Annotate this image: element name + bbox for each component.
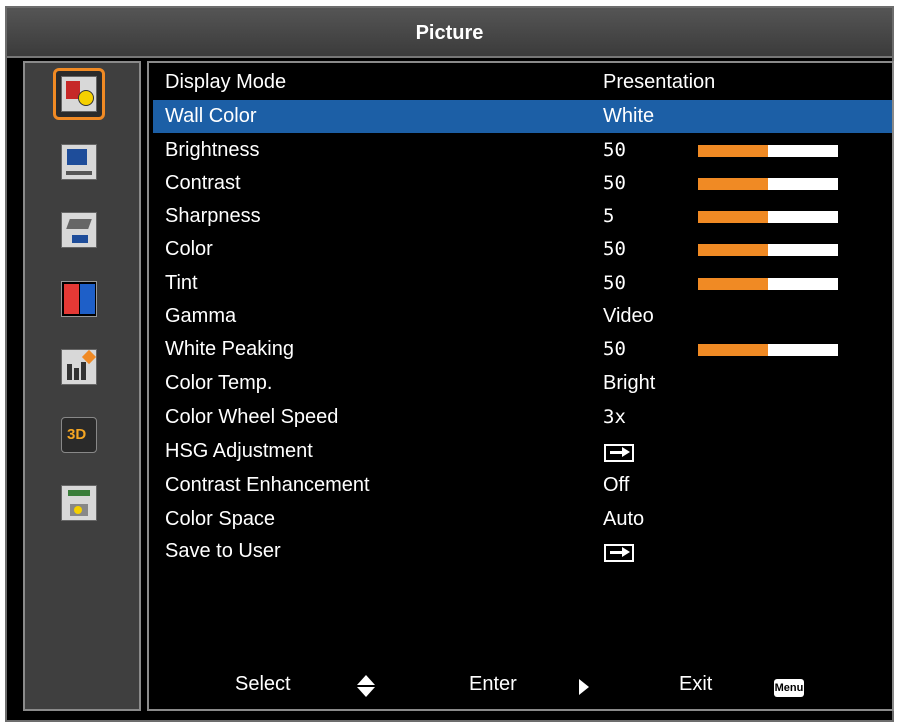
information-icon	[61, 349, 97, 385]
menu-row-white-peaking[interactable]: White Peaking 50	[153, 333, 892, 366]
slider-fill	[698, 145, 768, 157]
row-label: Display Mode	[165, 71, 287, 93]
row-value: White	[603, 105, 655, 127]
row-label: HSG Adjustment	[165, 440, 313, 462]
select-hint: Select	[235, 673, 291, 695]
row-label: Save to User	[165, 540, 281, 562]
exit-hint: Exit	[679, 673, 713, 695]
row-value: 3x	[603, 406, 626, 428]
sidebar-item-3d[interactable]: 3D	[57, 413, 101, 457]
row-value: Auto	[603, 508, 645, 530]
row-value: Bright	[603, 372, 656, 394]
row-value: Presentation	[603, 71, 716, 93]
sidebar-item-information[interactable]	[57, 345, 101, 389]
menu-row-brightness[interactable]: Brightness 50	[153, 134, 892, 167]
row-value: Video	[603, 305, 654, 327]
up-down-arrows-icon	[357, 675, 375, 699]
sidebar-item-color[interactable]	[57, 277, 101, 321]
slider-fill	[698, 278, 768, 290]
enter-hint: Enter	[469, 673, 517, 695]
menu-row-hsg-adjustment[interactable]: HSG Adjustment	[153, 435, 892, 468]
slider-fill	[698, 344, 768, 356]
white-peaking-slider[interactable]	[698, 344, 838, 356]
menu-row-display-mode[interactable]: Display Mode Presentation	[153, 66, 892, 99]
menu-row-sharpness[interactable]: Sharpness 5	[153, 200, 892, 233]
row-value: 50	[603, 238, 626, 260]
color-blocks-icon	[61, 281, 97, 317]
brightness-slider[interactable]	[698, 145, 838, 157]
row-value: 50	[603, 338, 626, 360]
row-value: 50	[603, 172, 626, 194]
menu-key-icon: Menu	[774, 679, 804, 697]
row-label: Contrast Enhancement	[165, 474, 370, 496]
sidebar-item-network[interactable]	[57, 481, 101, 525]
contrast-slider[interactable]	[698, 178, 838, 190]
color-slider[interactable]	[698, 244, 838, 256]
row-value: 50	[603, 272, 626, 294]
menu-row-color-wheel-speed[interactable]: Color Wheel Speed 3x	[153, 401, 892, 434]
osd-window: Picture 3D Display Mode Presentation Wal…	[5, 6, 894, 722]
3d-label: 3D	[67, 426, 87, 443]
menu-row-save-to-user[interactable]: Save to User	[153, 535, 892, 568]
slider-fill	[698, 178, 768, 190]
row-label: White Peaking	[165, 338, 294, 360]
enter-submenu-icon[interactable]	[604, 444, 634, 462]
slider-fill	[698, 211, 768, 223]
sidebar-item-display[interactable]	[57, 140, 101, 184]
row-label: Wall Color	[165, 105, 257, 127]
menu-row-color-temp[interactable]: Color Temp. Bright	[153, 367, 892, 400]
row-label: Color Wheel Speed	[165, 406, 339, 428]
menu-row-contrast[interactable]: Contrast 50	[153, 167, 892, 200]
row-label: Color Space	[165, 508, 276, 530]
network-icon	[61, 485, 97, 521]
menu-row-gamma[interactable]: Gamma Video	[153, 300, 892, 333]
menu-row-contrast-enhancement[interactable]: Contrast Enhancement Off	[153, 469, 892, 502]
row-label: Gamma	[165, 305, 237, 327]
display-settings-icon	[61, 144, 97, 180]
slider-fill	[698, 244, 768, 256]
menu-panel: Display Mode Presentation Wall Color Whi…	[147, 61, 894, 711]
row-value: Off	[603, 474, 630, 496]
setup-icon	[61, 212, 97, 248]
row-label: Tint	[165, 272, 198, 294]
sharpness-slider[interactable]	[698, 211, 838, 223]
3d-icon: 3D	[61, 417, 97, 453]
sidebar-item-setup[interactable]	[57, 208, 101, 252]
row-label: Sharpness	[165, 205, 261, 227]
row-value: 5	[603, 205, 615, 227]
picture-settings-icon	[61, 76, 97, 112]
tint-slider[interactable]	[698, 278, 838, 290]
row-label: Color Temp.	[165, 372, 273, 394]
menu-row-color[interactable]: Color 50	[153, 233, 892, 266]
enter-submenu-icon[interactable]	[604, 544, 634, 562]
row-label: Color	[165, 238, 213, 260]
row-label: Brightness	[165, 139, 260, 161]
row-label: Contrast	[165, 172, 241, 194]
menu-row-color-space[interactable]: Color Space Auto	[153, 503, 892, 536]
right-arrow-icon	[579, 679, 589, 695]
sidebar: 3D	[23, 61, 141, 711]
menu-row-tint[interactable]: Tint 50	[153, 267, 892, 300]
menu-title: Picture	[7, 8, 892, 58]
menu-row-wall-color[interactable]: Wall Color White	[153, 100, 892, 133]
sidebar-item-picture[interactable]	[53, 68, 105, 120]
footer-help: Select Enter Exit Menu	[149, 663, 892, 703]
row-value: 50	[603, 139, 626, 161]
